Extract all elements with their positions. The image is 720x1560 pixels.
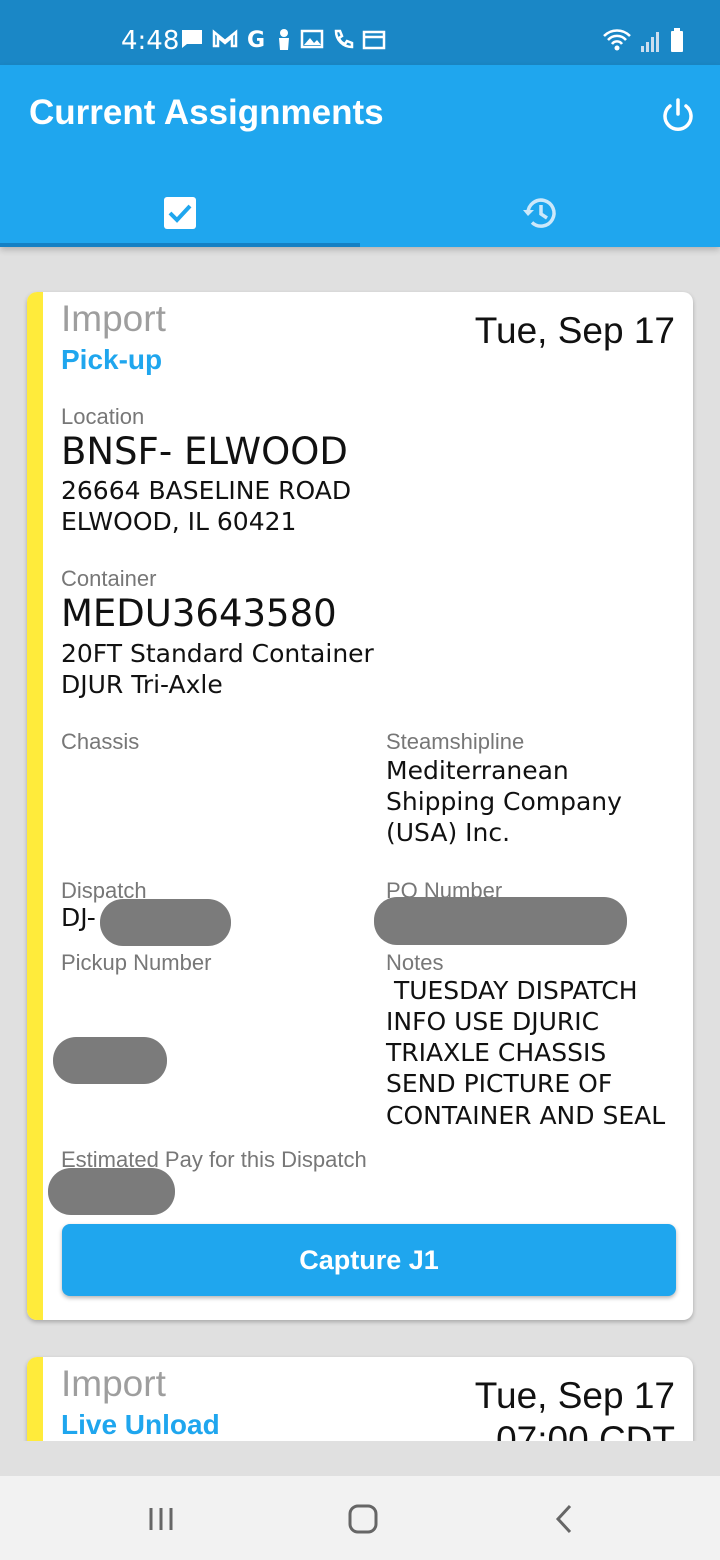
calendar-icon — [362, 30, 386, 50]
history-icon — [523, 198, 556, 228]
steamshipline-label: Steamshipline — [386, 729, 525, 754]
assignment-card[interactable]: Import Pick-up Tue, Sep 17 Location BNSF… — [27, 292, 693, 1320]
app-bar: Current Assignments — [0, 65, 720, 247]
notes-line4: SEND PICTURE OF — [386, 1069, 613, 1098]
google-icon: G — [247, 28, 265, 50]
person-icon — [279, 29, 289, 50]
status-time: 4:48 — [121, 26, 180, 56]
signal-icon — [641, 32, 659, 52]
back-icon[interactable] — [544, 1502, 584, 1536]
card-stripe — [27, 1357, 43, 1441]
assignment-action: Pick-up — [61, 344, 163, 375]
redacted-dispatch — [100, 899, 231, 946]
tab-current[interactable] — [0, 183, 360, 247]
address-line2: ELWOOD, IL 60421 — [61, 507, 297, 536]
location-label: Location — [61, 404, 145, 429]
gmail-icon — [212, 29, 238, 48]
notification-icons: G — [180, 28, 386, 50]
pickup-number-label: Pickup Number — [61, 950, 212, 975]
chassis-type: DJUR Tri-Axle — [61, 670, 223, 699]
chassis-label: Chassis — [61, 729, 140, 754]
redacted-pay — [48, 1168, 175, 1215]
container-type: 20FT Standard Container — [61, 639, 374, 668]
container-label: Container — [61, 566, 157, 591]
notes-line3: TRIAXLE CHASSIS — [386, 1038, 607, 1067]
assignment-date: Tue, Sep 17 — [474, 1375, 675, 1416]
message-icon — [182, 30, 202, 48]
checkbox-icon — [164, 197, 196, 229]
svg-text:G: G — [247, 28, 265, 50]
notes-line1: TUESDAY DISPATCH — [386, 976, 638, 1005]
assignment-type: Import — [61, 298, 166, 339]
assignment-time: 07:00 CDT — [496, 1419, 675, 1441]
assignment-list[interactable]: Import Pick-up Tue, Sep 17 Location BNSF… — [0, 247, 720, 1441]
location-name: BNSF- ELWOOD — [61, 430, 348, 473]
steamshipline-line2: Shipping Company — [386, 787, 622, 816]
page-title: Current Assignments — [29, 93, 384, 132]
battery-icon — [671, 28, 683, 52]
steamshipline-line1: Mediterranean — [386, 756, 569, 785]
home-icon[interactable] — [342, 1502, 382, 1536]
container-number: MEDU3643580 — [61, 592, 337, 635]
assignment-type: Import — [61, 1363, 166, 1404]
assignment-card[interactable]: Import Live Unload Tue, Sep 17 07:00 CDT — [27, 1357, 693, 1441]
status-bar: 4:48 G — [0, 0, 720, 65]
notes-label: Notes — [386, 950, 444, 975]
redacted-pickup-number — [53, 1037, 167, 1084]
assignment-action: Live Unload — [61, 1409, 220, 1440]
notes-line2: INFO USE DJURIC — [386, 1007, 600, 1036]
capture-j1-button[interactable]: Capture J1 — [62, 1224, 676, 1296]
dispatch-value: DJ- — [61, 903, 96, 932]
recent-apps-icon[interactable] — [141, 1502, 181, 1536]
navigation-bar — [0, 1476, 720, 1560]
system-icons — [602, 28, 684, 52]
card-stripe — [27, 292, 43, 1320]
redacted-po-number — [374, 897, 627, 945]
assignment-date: Tue, Sep 17 — [474, 310, 675, 351]
notes-line5: CONTAINER AND SEAL — [386, 1101, 666, 1130]
tab-history[interactable] — [360, 183, 720, 243]
address-line1: 26664 BASELINE ROAD — [61, 476, 352, 505]
phone-icon — [334, 29, 354, 49]
power-icon[interactable] — [660, 97, 696, 133]
steamshipline-line3: (USA) Inc. — [386, 818, 511, 847]
wifi-icon — [603, 29, 631, 51]
image-icon — [300, 29, 324, 49]
